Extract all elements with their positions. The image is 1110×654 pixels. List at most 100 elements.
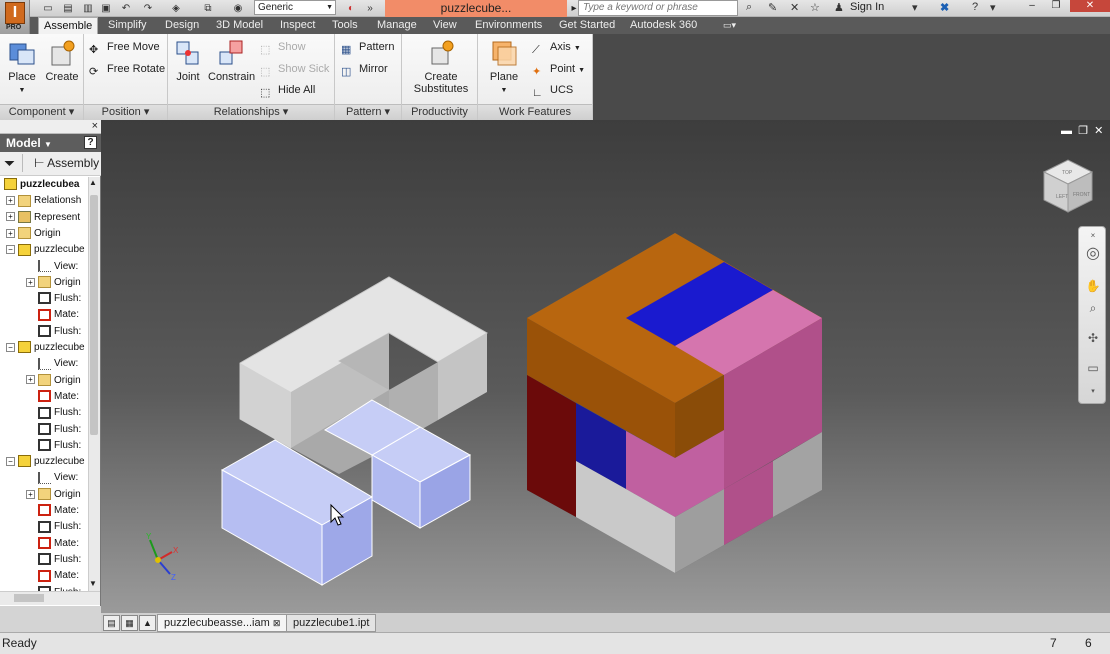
tab-autodesk-360[interactable]: Autodesk 360: [625, 17, 702, 34]
tree-node[interactable]: Mate:: [26, 389, 79, 405]
help-search-input[interactable]: Type a keyword or phrase: [578, 0, 738, 16]
mirror-button[interactable]: ◫ Mirror: [341, 60, 388, 78]
tree-node[interactable]: View:: [26, 356, 78, 372]
browser-header[interactable]: Model ▼ ?: [0, 134, 101, 152]
tree-node[interactable]: + Origin: [26, 275, 81, 291]
show-sick-button[interactable]: ⬚ Show Sick: [260, 60, 329, 78]
tree-node[interactable]: Mate:: [26, 536, 79, 552]
show-button[interactable]: ⬚ Show: [260, 38, 306, 56]
new-file-icon[interactable]: ▭: [40, 1, 56, 16]
pan-icon[interactable]: ✋: [1085, 279, 1101, 293]
expand-toggle-icon[interactable]: +: [6, 228, 15, 238]
doc-tab-part[interactable]: puzzlecube1.ipt: [286, 614, 377, 632]
tab-tools[interactable]: Tools: [327, 17, 363, 34]
expand-toggle-icon[interactable]: +: [26, 375, 35, 385]
tree-node[interactable]: View:: [26, 259, 78, 275]
doc-tab-assembly[interactable]: puzzlecubeasse...iam ⊠: [157, 614, 288, 632]
help-icon[interactable]: ?: [972, 1, 978, 13]
tree-node[interactable]: Flush:: [26, 324, 81, 340]
open-icon[interactable]: ▥: [80, 1, 96, 16]
tree-node[interactable]: − puzzlecube: [6, 340, 85, 356]
expand-toggle-icon[interactable]: +: [6, 212, 15, 222]
viewport-minimize-icon[interactable]: ▬: [1061, 125, 1072, 137]
panel-title-relationships[interactable]: Relationships ▾: [168, 104, 334, 120]
point-button[interactable]: ✦ Point ▼: [532, 60, 585, 78]
close-window-icon[interactable]: ✕: [1070, 0, 1110, 12]
user-icon[interactable]: ♟: [834, 1, 844, 14]
panel-title-pattern[interactable]: Pattern ▾: [335, 104, 401, 120]
graphics-viewport[interactable]: LEFT FRONT TOP Y X Z ▬ ❐ ✕ × ◎ ✋ ⌕ ✣ ▭ ▾: [101, 120, 1110, 612]
tab-view[interactable]: View: [428, 17, 462, 34]
tree-node[interactable]: + Represent: [6, 210, 80, 226]
scroll-down-icon[interactable]: ▼: [89, 579, 97, 588]
tile-horizontal-icon[interactable]: ▦: [121, 615, 138, 631]
viewport-restore-icon[interactable]: ❐: [1078, 125, 1088, 137]
pattern-button[interactable]: ▦ Pattern: [341, 38, 394, 56]
tree-node[interactable]: Flush:: [26, 438, 81, 454]
viewport-close-icon[interactable]: ✕: [1094, 125, 1103, 137]
view-cube[interactable]: LEFT FRONT TOP: [1042, 159, 1094, 213]
tree-node[interactable]: + Origin: [6, 226, 61, 242]
constrain-button[interactable]: Constrain: [208, 38, 255, 83]
tree-node[interactable]: + Origin: [26, 487, 81, 503]
tab-get-started[interactable]: Get Started: [554, 17, 620, 34]
tab-simplify[interactable]: Simplify: [103, 17, 152, 34]
navbar-options-icon[interactable]: ▾: [1085, 385, 1101, 399]
appearance-icon[interactable]: ◉: [230, 1, 246, 16]
tree-node[interactable]: Mate:: [26, 307, 79, 323]
redo-icon[interactable]: ↷: [140, 1, 156, 16]
ucs-button[interactable]: ∟ UCS: [532, 81, 573, 99]
axis-button[interactable]: ⟋ Axis ▼: [532, 38, 581, 56]
chevron-down-icon[interactable]: ▾: [990, 1, 996, 14]
maximize-icon[interactable]: ❐: [1044, 0, 1068, 12]
model-scene[interactable]: LEFT FRONT TOP Y X Z: [101, 120, 1110, 612]
tree-node[interactable]: Flush:: [26, 519, 81, 535]
free-move-button[interactable]: ✥ Free Move: [89, 38, 160, 56]
create-substitutes-button[interactable]: Create Substitutes: [410, 38, 472, 95]
undo-icon[interactable]: ↶: [118, 1, 134, 16]
filter-icon[interactable]: ⏷: [4, 156, 15, 170]
tree-node[interactable]: Flush:: [26, 422, 81, 438]
tab-environments[interactable]: Environments: [470, 17, 547, 34]
tab-assemble[interactable]: Assemble: [38, 17, 99, 34]
doc-tab-close-icon[interactable]: ⊠: [273, 618, 281, 628]
tree-node[interactable]: Mate:: [26, 503, 79, 519]
tree-node[interactable]: Flush:: [26, 291, 81, 307]
tree-node[interactable]: View:: [26, 470, 78, 486]
plane-button[interactable]: Plane ▼: [486, 38, 522, 95]
color-wheel-icon[interactable]: ◐: [343, 1, 359, 16]
scroll-up-icon[interactable]: ▲: [89, 178, 97, 187]
panel-title-component[interactable]: Component ▾: [0, 104, 83, 120]
look-at-icon[interactable]: ▭: [1085, 361, 1101, 375]
zoom-icon[interactable]: ⌕: [1085, 301, 1101, 315]
tree-node[interactable]: Flush:: [26, 405, 81, 421]
application-menu-button[interactable]: I PRO: [0, 0, 30, 34]
assembled-puzzle-cube[interactable]: [527, 233, 822, 573]
sign-in-link[interactable]: Sign In: [850, 1, 884, 13]
overflow-icon[interactable]: »: [362, 1, 378, 16]
expand-toggle-icon[interactable]: −: [6, 245, 15, 255]
tree-horizontal-scroll-thumb[interactable]: [14, 594, 44, 602]
tree-vertical-scroll-thumb[interactable]: [90, 195, 98, 435]
expand-toggle-icon[interactable]: +: [26, 489, 35, 499]
tile-vertical-icon[interactable]: ▤: [103, 615, 120, 631]
expand-toggle-icon[interactable]: +: [6, 196, 15, 206]
tab-inspect[interactable]: Inspect: [275, 17, 320, 34]
expand-toggle-icon[interactable]: −: [6, 456, 15, 466]
open-folder-icon[interactable]: ▤: [60, 1, 76, 16]
minimize-icon[interactable]: –: [1020, 0, 1044, 12]
browser-help-icon[interactable]: ?: [84, 136, 97, 149]
assembly-view-button[interactable]: ⊢ Assembly: [34, 156, 99, 170]
tree-node[interactable]: Mate:: [26, 568, 79, 584]
navbar-close-icon[interactable]: ×: [1085, 229, 1101, 243]
panel-title-position[interactable]: Position ▾: [84, 104, 167, 120]
orbit-icon[interactable]: ✣: [1085, 331, 1101, 345]
save-icon[interactable]: ▣: [98, 1, 114, 16]
expand-toggle-icon[interactable]: +: [26, 277, 35, 287]
wrench-icon[interactable]: ✕: [790, 1, 799, 14]
place-button[interactable]: Place ▼: [6, 38, 38, 95]
expand-toggle-icon[interactable]: −: [6, 342, 15, 352]
joint-button[interactable]: Joint: [172, 38, 204, 83]
select-icon[interactable]: ◈: [168, 1, 184, 16]
tree-node[interactable]: − puzzlecube: [6, 242, 85, 258]
